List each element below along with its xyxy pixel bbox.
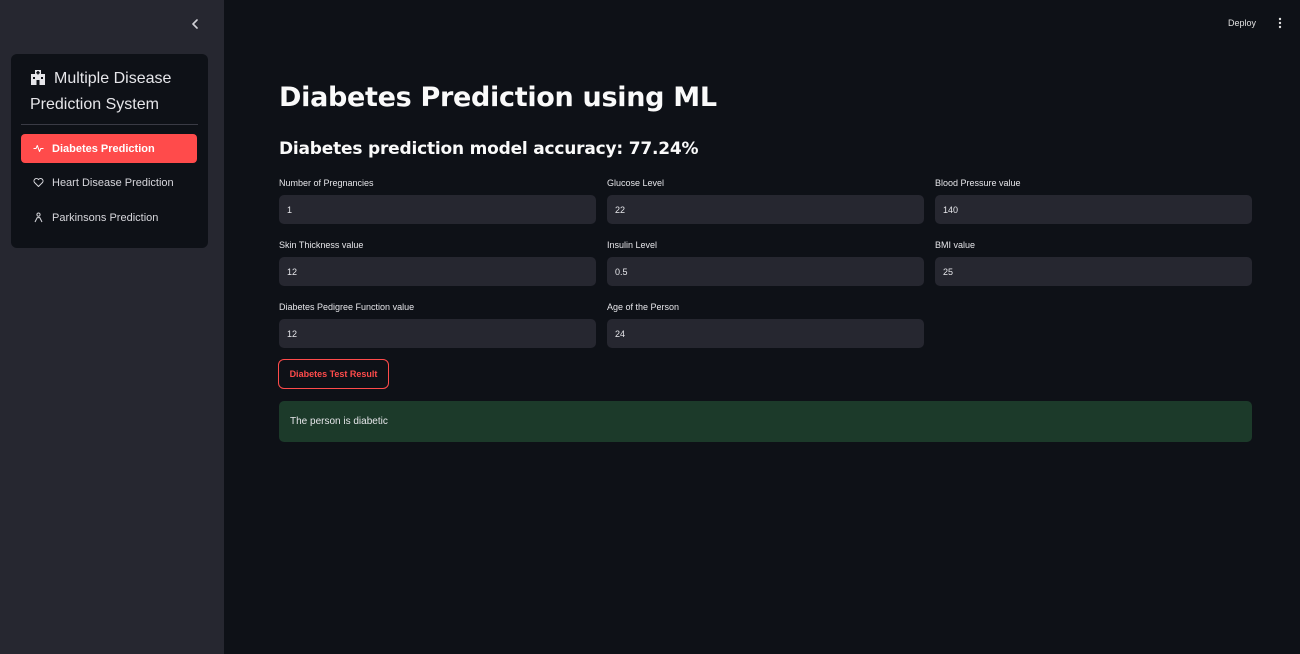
menu-item-heart-disease-prediction[interactable]: Heart Disease Prediction bbox=[21, 168, 197, 197]
sidebar: Multiple Disease Prediction System Diabe… bbox=[0, 0, 224, 654]
heart-icon bbox=[33, 177, 44, 188]
bmi-input[interactable] bbox=[935, 257, 1252, 286]
page-title: Diabetes Prediction using ML bbox=[279, 82, 717, 113]
skin-thickness-label: Skin Thickness value bbox=[279, 240, 364, 250]
age-input[interactable] bbox=[607, 319, 924, 348]
person-icon bbox=[33, 212, 44, 223]
app: Multiple Disease Prediction System Diabe… bbox=[0, 0, 1300, 654]
diabetes-test-result-button[interactable]: Diabetes Test Result bbox=[278, 359, 389, 389]
activity-icon bbox=[33, 143, 44, 154]
success-alert: The person is diabetic bbox=[279, 401, 1252, 442]
age-label: Age of the Person bbox=[607, 302, 680, 312]
menu-item-label: Diabetes Prediction bbox=[52, 142, 155, 155]
menu-divider bbox=[21, 124, 198, 125]
blood-pressure-input[interactable] bbox=[935, 195, 1252, 224]
blood-pressure-label: Blood Pressure value bbox=[935, 178, 1021, 188]
navigation-menu: Multiple Disease Prediction System Diabe… bbox=[11, 54, 208, 248]
menu-item-label: Parkinsons Prediction bbox=[52, 211, 159, 224]
menu-item-label: Heart Disease Prediction bbox=[52, 176, 174, 189]
deploy-button[interactable]: Deploy bbox=[1228, 15, 1256, 31]
pregnancies-input[interactable] bbox=[279, 195, 596, 224]
result-text: The person is diabetic bbox=[290, 416, 388, 427]
glucose-label: Glucose Level bbox=[607, 178, 665, 188]
pedigree-function-input[interactable] bbox=[279, 319, 596, 348]
menu-title-text: Multiple Disease Prediction System bbox=[30, 70, 172, 113]
hospital-icon bbox=[31, 70, 45, 85]
pedigree-function-label: Diabetes Pedigree Function value bbox=[279, 302, 415, 312]
menu-title: Multiple Disease Prediction System bbox=[30, 66, 200, 118]
kebab-menu-icon bbox=[1278, 17, 1282, 29]
collapse-sidebar-button[interactable] bbox=[186, 14, 204, 34]
main-menu-button[interactable] bbox=[1274, 14, 1286, 32]
menu-item-parkinsons-prediction[interactable]: Parkinsons Prediction bbox=[21, 203, 197, 232]
glucose-input[interactable] bbox=[607, 195, 924, 224]
chevron-left-icon bbox=[192, 19, 198, 29]
bmi-label: BMI value bbox=[935, 240, 976, 250]
pregnancies-label: Number of Pregnancies bbox=[279, 178, 374, 188]
insulin-label: Insulin Level bbox=[607, 240, 658, 250]
skin-thickness-input[interactable] bbox=[279, 257, 596, 286]
insulin-input[interactable] bbox=[607, 257, 924, 286]
menu-item-diabetes-prediction[interactable]: Diabetes Prediction bbox=[21, 134, 197, 163]
model-accuracy-heading: Diabetes prediction model accuracy: 77.2… bbox=[279, 139, 699, 159]
